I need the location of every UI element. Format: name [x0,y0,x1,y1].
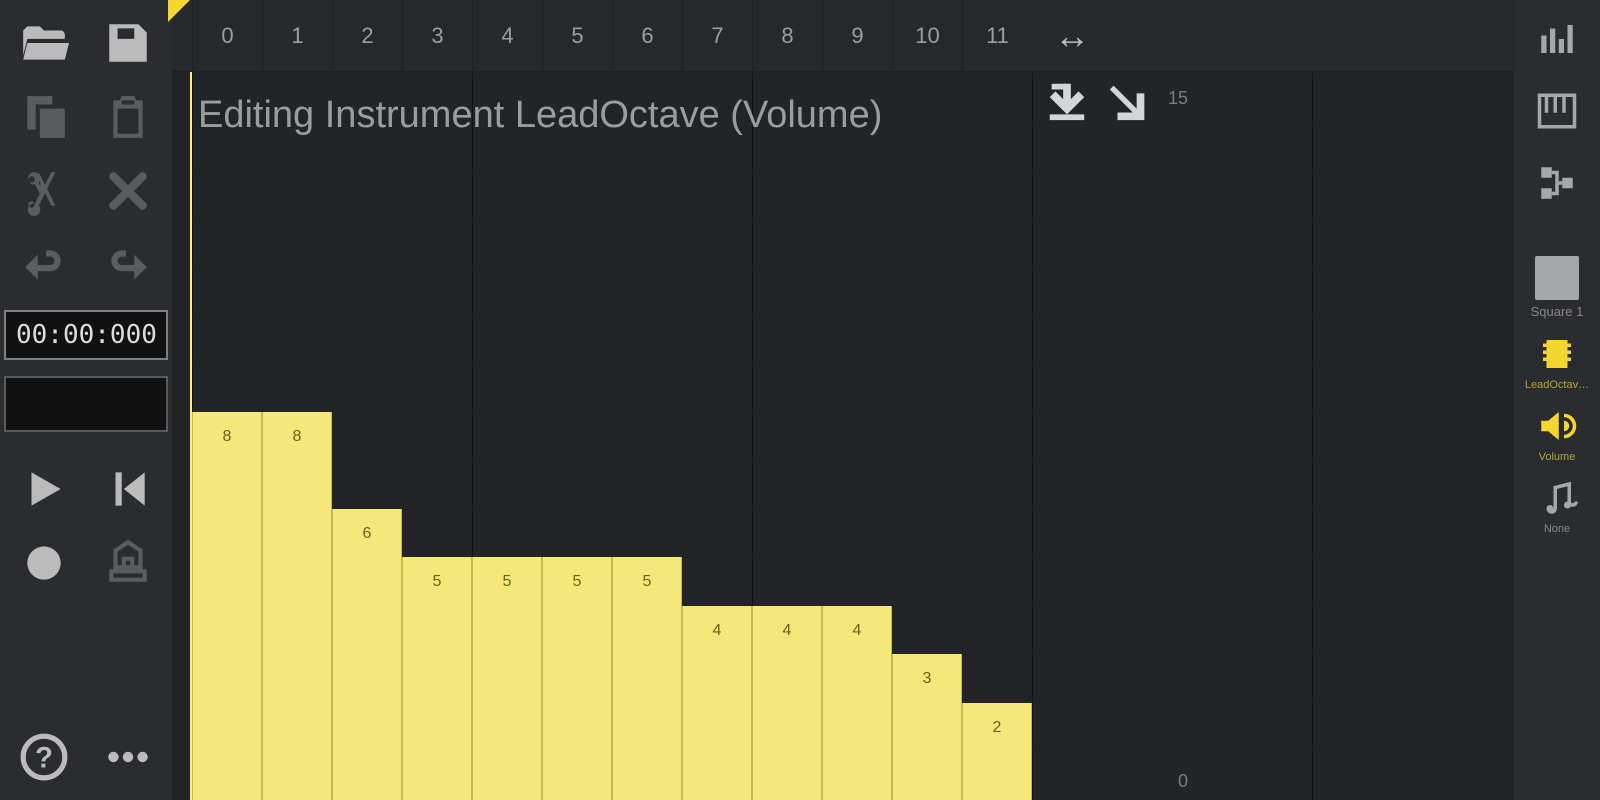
mixer-button[interactable] [1525,10,1589,68]
copy-button[interactable] [4,82,84,152]
ruler-cell[interactable]: 1 [262,0,332,71]
rewind-button[interactable] [88,454,168,524]
more-button[interactable] [88,722,168,792]
ruler-cell[interactable]: 9 [822,0,892,71]
none-button[interactable]: None [1525,477,1589,535]
square-icon [1535,256,1579,300]
volume-button[interactable]: Volume [1525,405,1589,463]
time-display[interactable]: 00:00:000 [4,310,168,360]
ruler-cell[interactable]: 3 [402,0,472,71]
volume-bar[interactable]: 8 [192,412,262,800]
volume-bar[interactable]: 4 [752,606,822,800]
volume-bar[interactable]: 4 [682,606,752,800]
undo-button[interactable] [4,230,84,300]
playhead-line [190,72,192,800]
editor-main: 01234567891011 ↔ Editing Instrument Lead… [172,0,1514,800]
piano-button[interactable] [1525,82,1589,140]
ruler-cell[interactable]: 10 [892,0,962,71]
volume-bar[interactable]: 5 [472,557,542,800]
ruler-cell[interactable]: 2 [332,0,402,71]
editor-title: Editing Instrument LeadOctave (Volume) [198,94,882,137]
open-button[interactable] [4,8,84,78]
vu-meter [4,376,168,432]
redo-button[interactable] [88,230,168,300]
envelope-grid[interactable]: Editing Instrument LeadOctave (Volume) 1… [172,72,1514,800]
volume-bar[interactable]: 5 [402,557,472,800]
zoom-horizontal-button[interactable]: ↔ [1032,0,1112,71]
volume-bar[interactable]: 2 [962,703,1032,800]
ruler-cell[interactable]: 4 [472,0,542,71]
cut-button[interactable] [4,156,84,226]
ruler-cell[interactable]: 7 [682,0,752,71]
volume-bar[interactable]: 6 [332,509,402,800]
svg-text:?: ? [35,742,53,774]
play-button[interactable] [4,454,84,524]
record-button[interactable] [4,528,84,598]
axis-min-label: 0 [1178,771,1188,792]
volume-bar[interactable]: 4 [822,606,892,800]
volume-bar[interactable]: 8 [262,412,332,800]
tree-button[interactable] [1525,154,1589,212]
square1-button[interactable]: Square 1 [1531,256,1584,319]
axis-max-label: 15 [1168,88,1188,109]
arrow-diag-down-icon[interactable] [1106,78,1152,129]
ruler-cell[interactable]: 8 [752,0,822,71]
arrow-down-in-icon[interactable] [1044,78,1090,129]
help-button[interactable]: ? [4,722,84,792]
volume-bar[interactable]: 5 [612,557,682,800]
ruler-cell[interactable]: 6 [612,0,682,71]
right-toolbar: Square 1 LeadOctav… Volume None [1514,0,1600,800]
ruler-cell[interactable]: 11 [962,0,1032,71]
ruler-cell[interactable]: 0 [192,0,262,71]
midi-button[interactable] [88,528,168,598]
save-button[interactable] [88,8,168,78]
playhead-marker[interactable] [172,0,192,71]
volume-bar[interactable]: 5 [542,557,612,800]
leadoctave-button[interactable]: LeadOctav… [1525,333,1589,391]
ruler-cell[interactable]: 5 [542,0,612,71]
volume-bar[interactable]: 3 [892,654,962,800]
timeline-ruler[interactable]: 01234567891011 ↔ [172,0,1514,72]
left-toolbar: 00:00:000 ? [0,0,172,800]
paste-button[interactable] [88,82,168,152]
delete-button[interactable] [88,156,168,226]
